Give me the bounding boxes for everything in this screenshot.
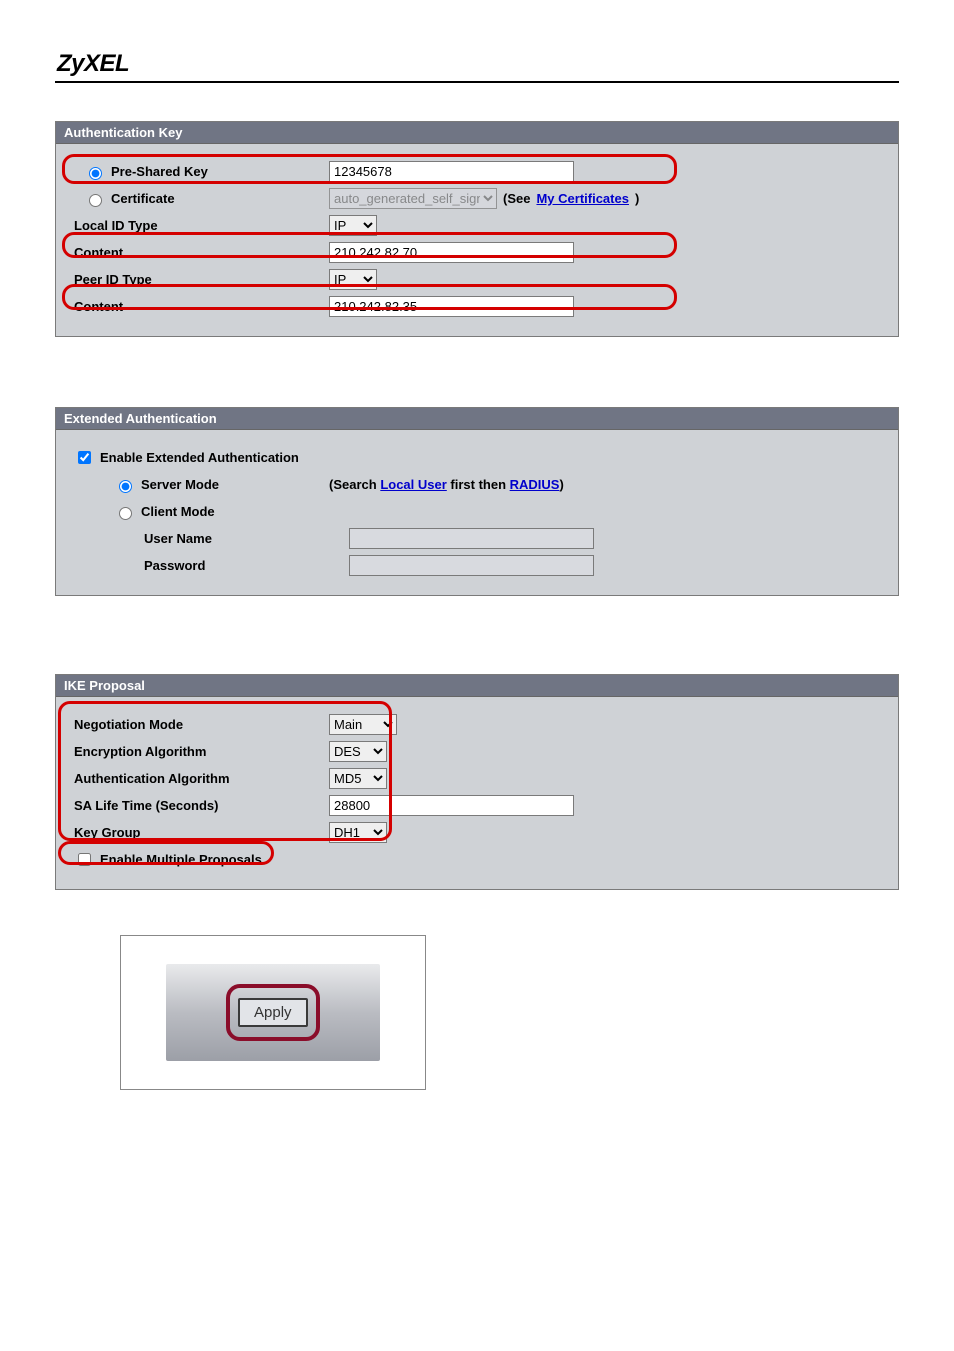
select-certificate[interactable]: auto_generated_self_signed_cert: [329, 188, 497, 209]
panel-ike-proposal: IKE Proposal Negotiation Mode Main Encry…: [55, 674, 899, 890]
brand-rule: [55, 81, 899, 83]
input-user-name[interactable]: [349, 528, 594, 549]
text-search-close: ): [559, 477, 563, 492]
checkbox-enable-multiple-proposals[interactable]: [78, 853, 91, 866]
select-key-group[interactable]: DH1: [329, 822, 387, 843]
apply-button[interactable]: Apply: [238, 998, 308, 1027]
radio-server-mode[interactable]: [119, 480, 132, 493]
label-enable-extended-auth: Enable Extended Authentication: [100, 450, 299, 465]
label-local-id-type: Local ID Type: [74, 218, 158, 233]
panel-header-ext-auth: Extended Authentication: [56, 408, 898, 430]
radio-pre-shared-key[interactable]: [89, 167, 102, 180]
select-local-id-type[interactable]: IP: [329, 215, 377, 236]
input-password[interactable]: [349, 555, 594, 576]
label-enable-multiple-proposals: Enable Multiple Proposals: [100, 852, 262, 867]
select-encryption-algorithm[interactable]: DES: [329, 741, 387, 762]
input-content-peer[interactable]: [329, 296, 574, 317]
radio-certificate[interactable]: [89, 194, 102, 207]
select-peer-id-type[interactable]: IP: [329, 269, 377, 290]
label-content-local: Content: [74, 245, 123, 260]
apply-button-container: Apply: [120, 935, 426, 1090]
input-sa-life-time[interactable]: [329, 795, 574, 816]
panel-authentication-key: Authentication Key Pre-Shared Key: [55, 121, 899, 337]
label-pre-shared-key: Pre-Shared Key: [111, 164, 208, 179]
label-server-mode: Server Mode: [141, 477, 219, 492]
input-content-local[interactable]: [329, 242, 574, 263]
radio-client-mode[interactable]: [119, 507, 132, 520]
link-my-certificates[interactable]: My Certificates: [536, 191, 628, 206]
panel-extended-authentication: Extended Authentication Enable Extended …: [55, 407, 899, 596]
panel-header-ike: IKE Proposal: [56, 675, 898, 697]
label-negotiation-mode: Negotiation Mode: [74, 717, 183, 732]
label-sa-life-time: SA Life Time (Seconds): [74, 798, 218, 813]
link-local-user[interactable]: Local User: [380, 477, 446, 492]
brand-logo: ZyXEL: [57, 50, 899, 78]
select-authentication-algorithm[interactable]: MD5: [329, 768, 387, 789]
text-see-open: (See: [503, 191, 530, 206]
checkbox-enable-extended-auth[interactable]: [78, 451, 91, 464]
highlight-annotation: Apply: [226, 984, 320, 1041]
text-search-mid: first then: [447, 477, 510, 492]
label-password: Password: [144, 558, 205, 573]
panel-header-auth-key: Authentication Key: [56, 122, 898, 144]
input-pre-shared-key[interactable]: [329, 161, 574, 182]
label-encryption-algorithm: Encryption Algorithm: [74, 744, 206, 759]
select-negotiation-mode[interactable]: Main: [329, 714, 397, 735]
text-see-close: ): [635, 191, 639, 206]
link-radius[interactable]: RADIUS: [510, 477, 560, 492]
label-key-group: Key Group: [74, 825, 140, 840]
label-client-mode: Client Mode: [141, 504, 215, 519]
label-certificate: Certificate: [111, 191, 175, 206]
label-authentication-algorithm: Authentication Algorithm: [74, 771, 230, 786]
text-search-open: (Search: [329, 477, 380, 492]
label-user-name: User Name: [144, 531, 212, 546]
label-peer-id-type: Peer ID Type: [74, 272, 152, 287]
label-content-peer: Content: [74, 299, 123, 314]
